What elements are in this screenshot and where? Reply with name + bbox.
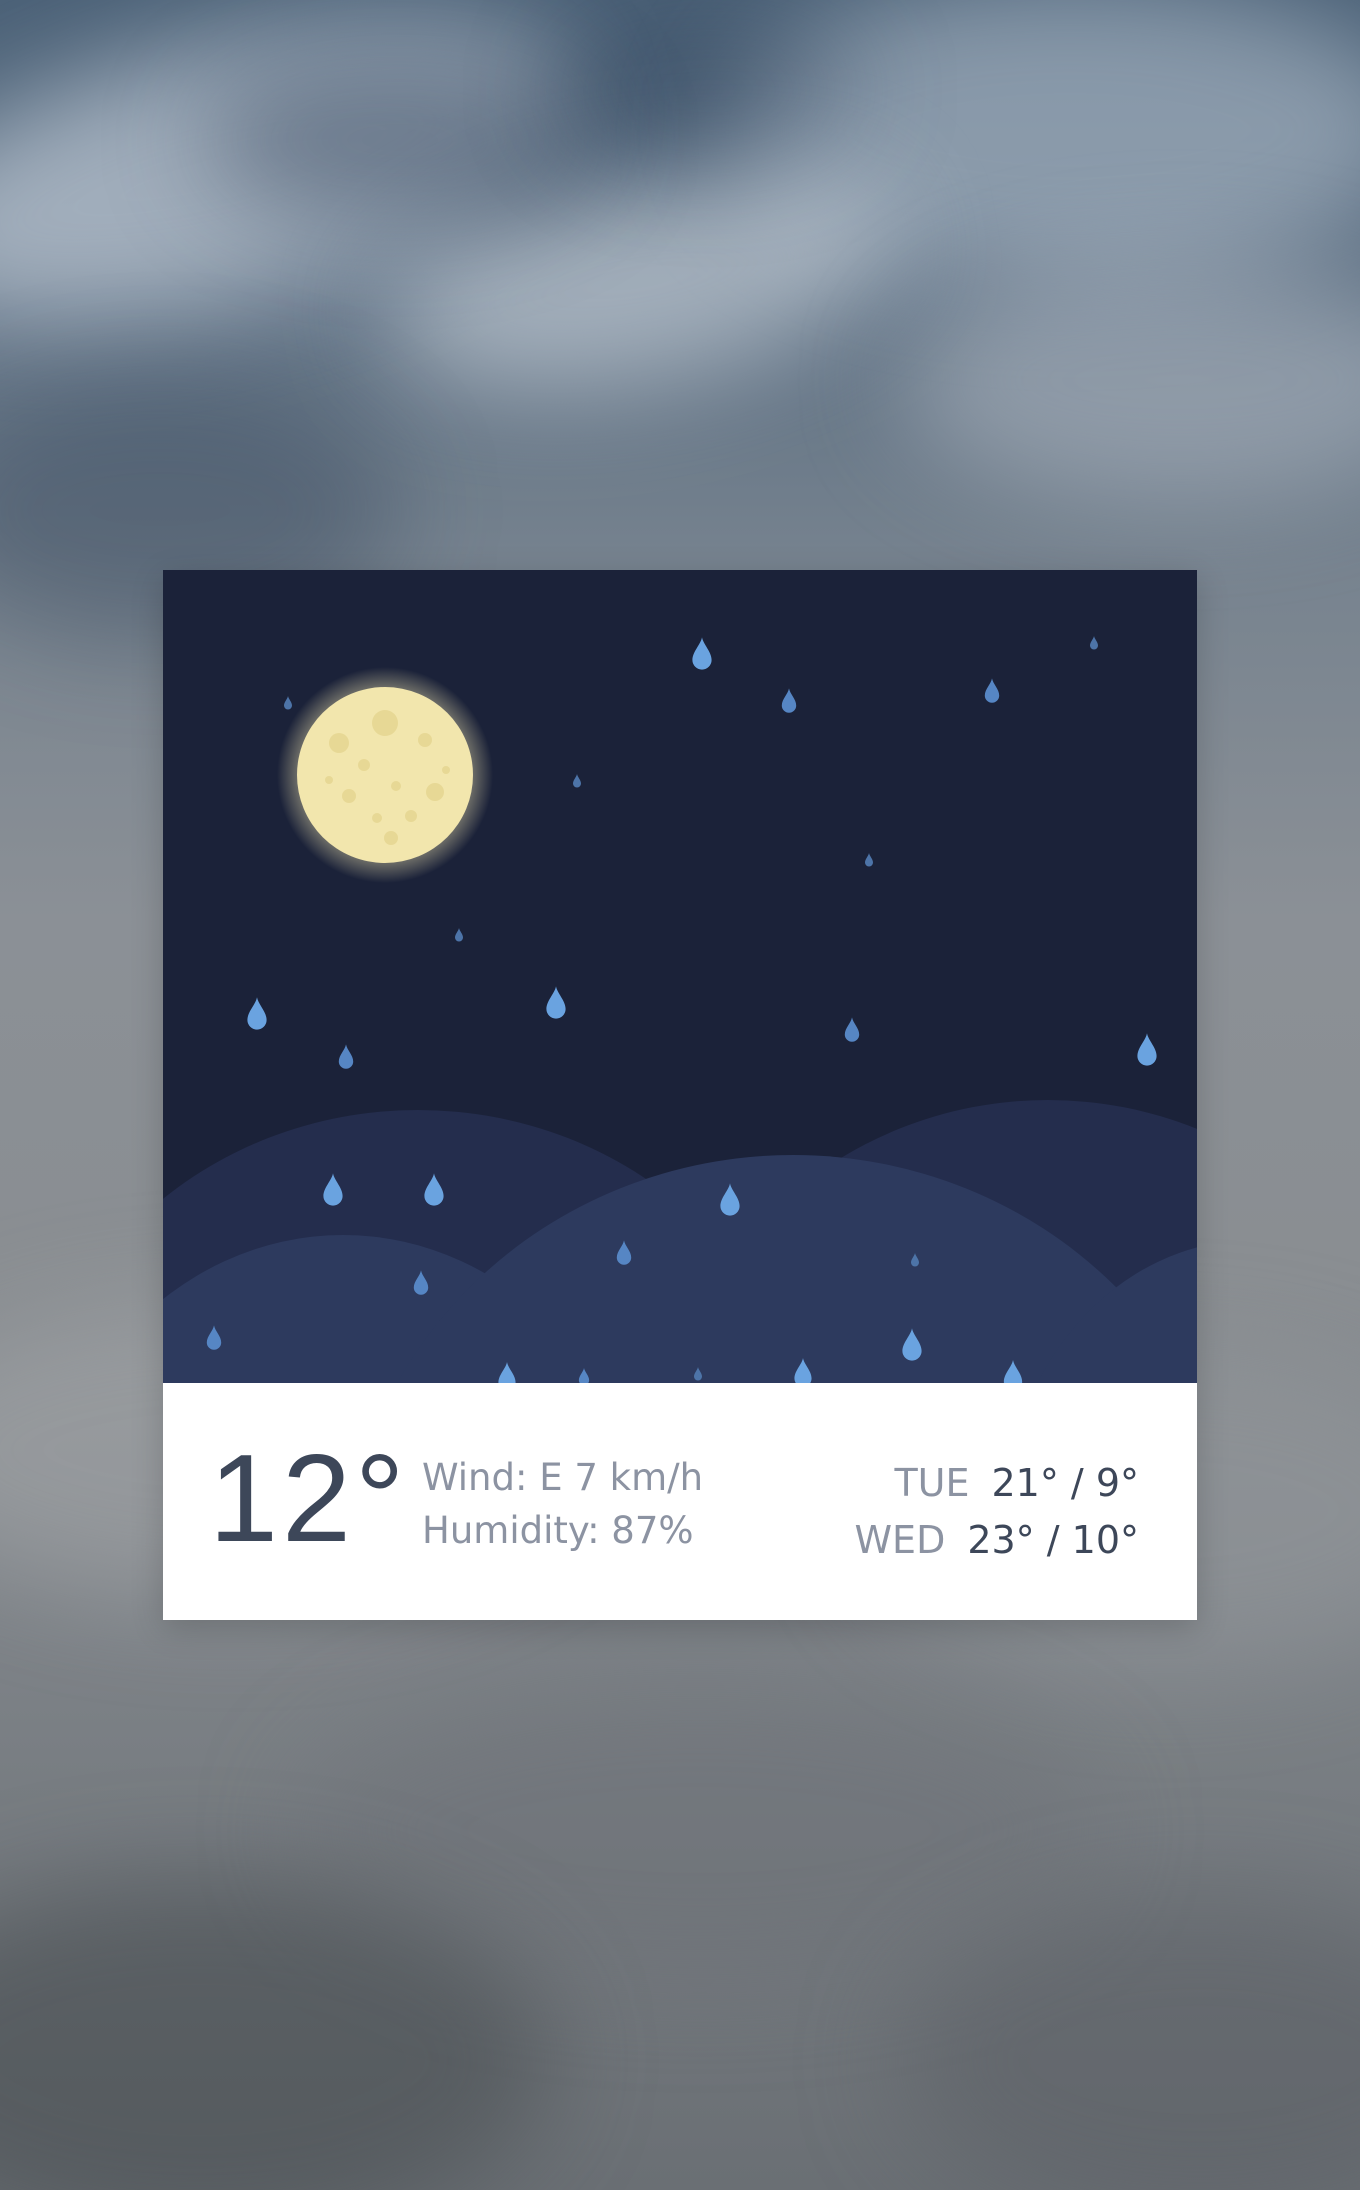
weather-widget: 12° Wind: E 7 km/h Humidity: 87% TUE 21°… (163, 570, 1197, 1620)
forecast-row: WED 23° / 10° (825, 1512, 1139, 1569)
current-temperature: 12° (209, 1430, 409, 1568)
night-rain-scene (163, 570, 1197, 1383)
weather-info-panel: 12° Wind: E 7 km/h Humidity: 87% TUE 21°… (163, 1383, 1197, 1620)
humidity-reading: Humidity: 87% (422, 1509, 694, 1552)
forecast-row: TUE 21° / 9° (825, 1455, 1139, 1512)
forecast-day: TUE (894, 1461, 970, 1505)
moon-icon (277, 667, 493, 883)
weather-details: Wind: E 7 km/h Humidity: 87% (422, 1451, 703, 1557)
forecast-list: TUE 21° / 9° WED 23° / 10° (825, 1455, 1139, 1569)
night-rain-illustration (163, 570, 1197, 1383)
forecast-range: 21° / 9° (991, 1461, 1140, 1505)
wind-reading: Wind: E 7 km/h (422, 1456, 704, 1499)
forecast-day: WED (854, 1518, 946, 1562)
forecast-range: 23° / 10° (967, 1518, 1139, 1562)
